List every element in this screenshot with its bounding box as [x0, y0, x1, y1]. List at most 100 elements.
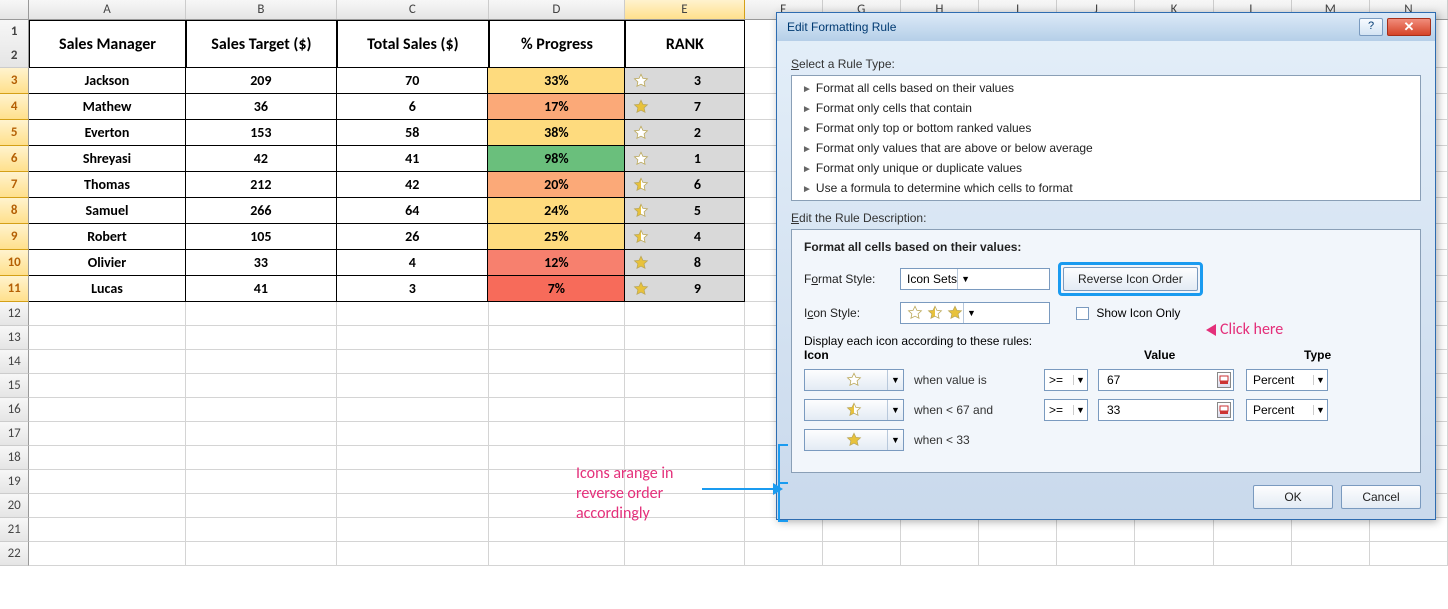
header-cell[interactable]: Sales Target ($) — [186, 20, 337, 68]
empty-cell[interactable] — [1057, 542, 1135, 566]
row-head-7[interactable]: 7 — [0, 172, 29, 198]
data-cell[interactable]: Samuel — [29, 198, 185, 224]
empty-cell[interactable] — [337, 542, 488, 566]
row-head-16[interactable]: 16 — [0, 398, 29, 422]
type-select[interactable]: Percent▼ — [1246, 369, 1328, 391]
icon-picker[interactable]: ▼ — [804, 429, 904, 451]
empty-cell[interactable] — [337, 374, 488, 398]
empty-cell[interactable] — [1292, 518, 1370, 542]
data-cell[interactable]: Shreyasi — [29, 146, 185, 172]
row-head-18[interactable]: 18 — [0, 446, 29, 470]
data-cell[interactable]: Mathew — [29, 94, 185, 120]
empty-cell[interactable] — [186, 542, 337, 566]
data-cell[interactable]: 17% — [488, 94, 625, 120]
data-cell[interactable]: 25% — [488, 224, 625, 250]
row-head-4[interactable]: 4 — [0, 94, 29, 120]
empty-cell[interactable] — [1057, 518, 1135, 542]
empty-cell[interactable] — [186, 398, 337, 422]
col-head-A[interactable]: A — [29, 0, 185, 19]
empty-cell[interactable] — [29, 446, 185, 470]
data-cell[interactable]: 41 — [337, 146, 488, 172]
row-head-15[interactable]: 15 — [0, 374, 29, 398]
icon-picker[interactable]: ▼ — [804, 399, 904, 421]
rule-type-item[interactable]: ►Format only cells that contain — [792, 98, 1420, 118]
col-head-D[interactable]: D — [489, 0, 626, 19]
row-head-17[interactable]: 17 — [0, 422, 29, 446]
rule-type-item[interactable]: ►Format only values that are above or be… — [792, 138, 1420, 158]
data-cell[interactable]: 209 — [186, 68, 337, 94]
row-head-3[interactable]: 3 — [0, 68, 29, 94]
empty-cell[interactable] — [29, 518, 185, 542]
empty-cell[interactable] — [337, 518, 488, 542]
empty-cell[interactable] — [745, 542, 823, 566]
empty-cell[interactable] — [979, 542, 1057, 566]
empty-cell[interactable] — [337, 470, 488, 494]
data-cell[interactable]: 266 — [186, 198, 337, 224]
header-cell[interactable]: Sales Manager — [29, 20, 185, 68]
empty-cell[interactable] — [1214, 518, 1292, 542]
empty-cell[interactable] — [186, 518, 337, 542]
empty-cell[interactable] — [489, 398, 626, 422]
show-icon-only-checkbox[interactable]: Show Icon Only — [1076, 306, 1180, 320]
col-head-B[interactable]: B — [186, 0, 337, 19]
empty-cell[interactable] — [901, 542, 979, 566]
empty-cell[interactable] — [901, 518, 979, 542]
empty-cell[interactable] — [823, 518, 901, 542]
empty-cell[interactable] — [186, 326, 337, 350]
data-cell[interactable]: Jackson — [29, 68, 185, 94]
cancel-button[interactable]: Cancel — [1341, 485, 1421, 509]
empty-cell[interactable] — [29, 422, 185, 446]
empty-cell[interactable] — [29, 374, 185, 398]
data-cell[interactable]: 20% — [488, 172, 625, 198]
col-head-E[interactable]: E — [625, 0, 744, 19]
row-head-5[interactable]: 5 — [0, 120, 29, 146]
chevron-down-icon[interactable]: ▼ — [957, 269, 973, 289]
data-cell[interactable]: 41 — [186, 276, 337, 302]
row-head-10[interactable]: 10 — [0, 250, 29, 276]
rank-cell[interactable]: 2 — [625, 120, 744, 146]
row-head-21[interactable]: 21 — [0, 518, 29, 542]
empty-cell[interactable] — [489, 350, 626, 374]
value-input[interactable] — [1098, 399, 1234, 421]
dialog-titlebar[interactable]: Edit Formatting Rule ? ✕ — [777, 13, 1435, 41]
empty-cell[interactable] — [625, 350, 744, 374]
empty-cell[interactable] — [337, 326, 488, 350]
empty-cell[interactable] — [186, 446, 337, 470]
row-head-1-2[interactable]: 12 — [0, 20, 29, 68]
empty-cell[interactable] — [1214, 542, 1292, 566]
data-cell[interactable]: 42 — [186, 146, 337, 172]
format-style-select[interactable]: Icon Sets ▼ — [900, 268, 1050, 290]
data-cell[interactable]: 26 — [337, 224, 488, 250]
rank-cell[interactable]: 8 — [625, 250, 744, 276]
data-cell[interactable]: 42 — [337, 172, 488, 198]
empty-cell[interactable] — [489, 326, 626, 350]
row-head-14[interactable]: 14 — [0, 350, 29, 374]
empty-cell[interactable] — [625, 422, 744, 446]
operator-select[interactable]: >=▼ — [1044, 399, 1088, 421]
empty-cell[interactable] — [29, 350, 185, 374]
empty-cell[interactable] — [186, 350, 337, 374]
empty-cell[interactable] — [625, 542, 744, 566]
rule-type-item[interactable]: ►Format only unique or duplicate values — [792, 158, 1420, 178]
row-head-19[interactable]: 19 — [0, 470, 29, 494]
rank-cell[interactable]: 7 — [625, 94, 744, 120]
reverse-icon-order-button[interactable]: Reverse Icon Order — [1063, 267, 1198, 291]
data-cell[interactable]: 36 — [186, 94, 337, 120]
data-cell[interactable]: 105 — [186, 224, 337, 250]
empty-cell[interactable] — [337, 350, 488, 374]
empty-cell[interactable] — [29, 326, 185, 350]
rank-cell[interactable]: 4 — [625, 224, 744, 250]
chevron-down-icon[interactable]: ▼ — [963, 303, 979, 323]
row-head-20[interactable]: 20 — [0, 494, 29, 518]
operator-select[interactable]: >=▼ — [1044, 369, 1088, 391]
select-all-corner[interactable] — [0, 0, 29, 19]
empty-cell[interactable] — [979, 518, 1057, 542]
empty-cell[interactable] — [489, 542, 626, 566]
empty-cell[interactable] — [29, 302, 185, 326]
row-head-11[interactable]: 11 — [0, 276, 29, 302]
empty-cell[interactable] — [625, 374, 744, 398]
empty-cell[interactable] — [1370, 518, 1448, 542]
value-input[interactable] — [1098, 369, 1234, 391]
data-cell[interactable]: 58 — [337, 120, 488, 146]
rule-type-item[interactable]: ►Use a formula to determine which cells … — [792, 178, 1420, 198]
